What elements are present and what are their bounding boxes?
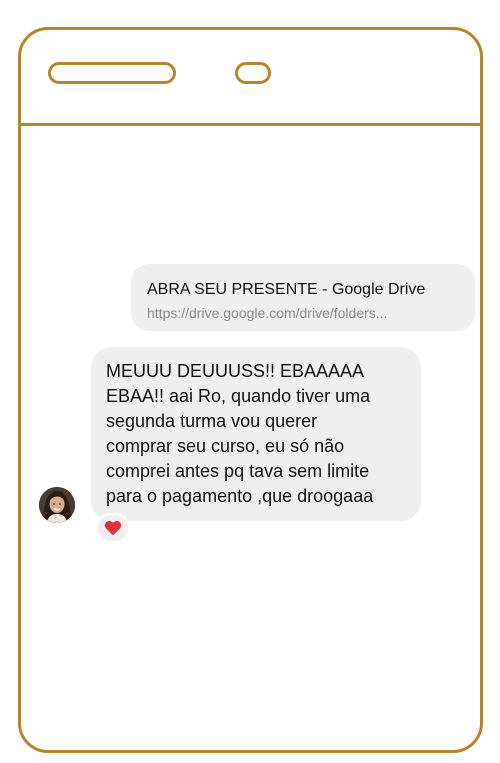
- camera-slot-icon: [235, 62, 271, 84]
- phone-frame: ABRA SEU PRESENTE - Google Drive https:/…: [18, 27, 483, 753]
- frame-divider: [21, 123, 480, 126]
- link-title: ABRA SEU PRESENTE - Google Drive: [147, 281, 426, 298]
- heart-icon: [104, 520, 122, 536]
- user-avatar-icon[interactable]: [39, 487, 75, 523]
- message-text: MEUUU DEUUUSS!! EBAAAAA EBAA!! aai Ro, q…: [106, 361, 374, 506]
- incoming-message-bubble[interactable]: MEUUU DEUUUSS!! EBAAAAA EBAA!! aai Ro, q…: [91, 347, 421, 521]
- avatar-image: [39, 487, 75, 523]
- speaker-slot-icon: [48, 62, 176, 84]
- reaction-badge[interactable]: [96, 513, 130, 543]
- link-preview-bubble[interactable]: ABRA SEU PRESENTE - Google Drive https:/…: [131, 264, 475, 331]
- link-url[interactable]: https://drive.google.com/drive/folders..…: [147, 304, 459, 322]
